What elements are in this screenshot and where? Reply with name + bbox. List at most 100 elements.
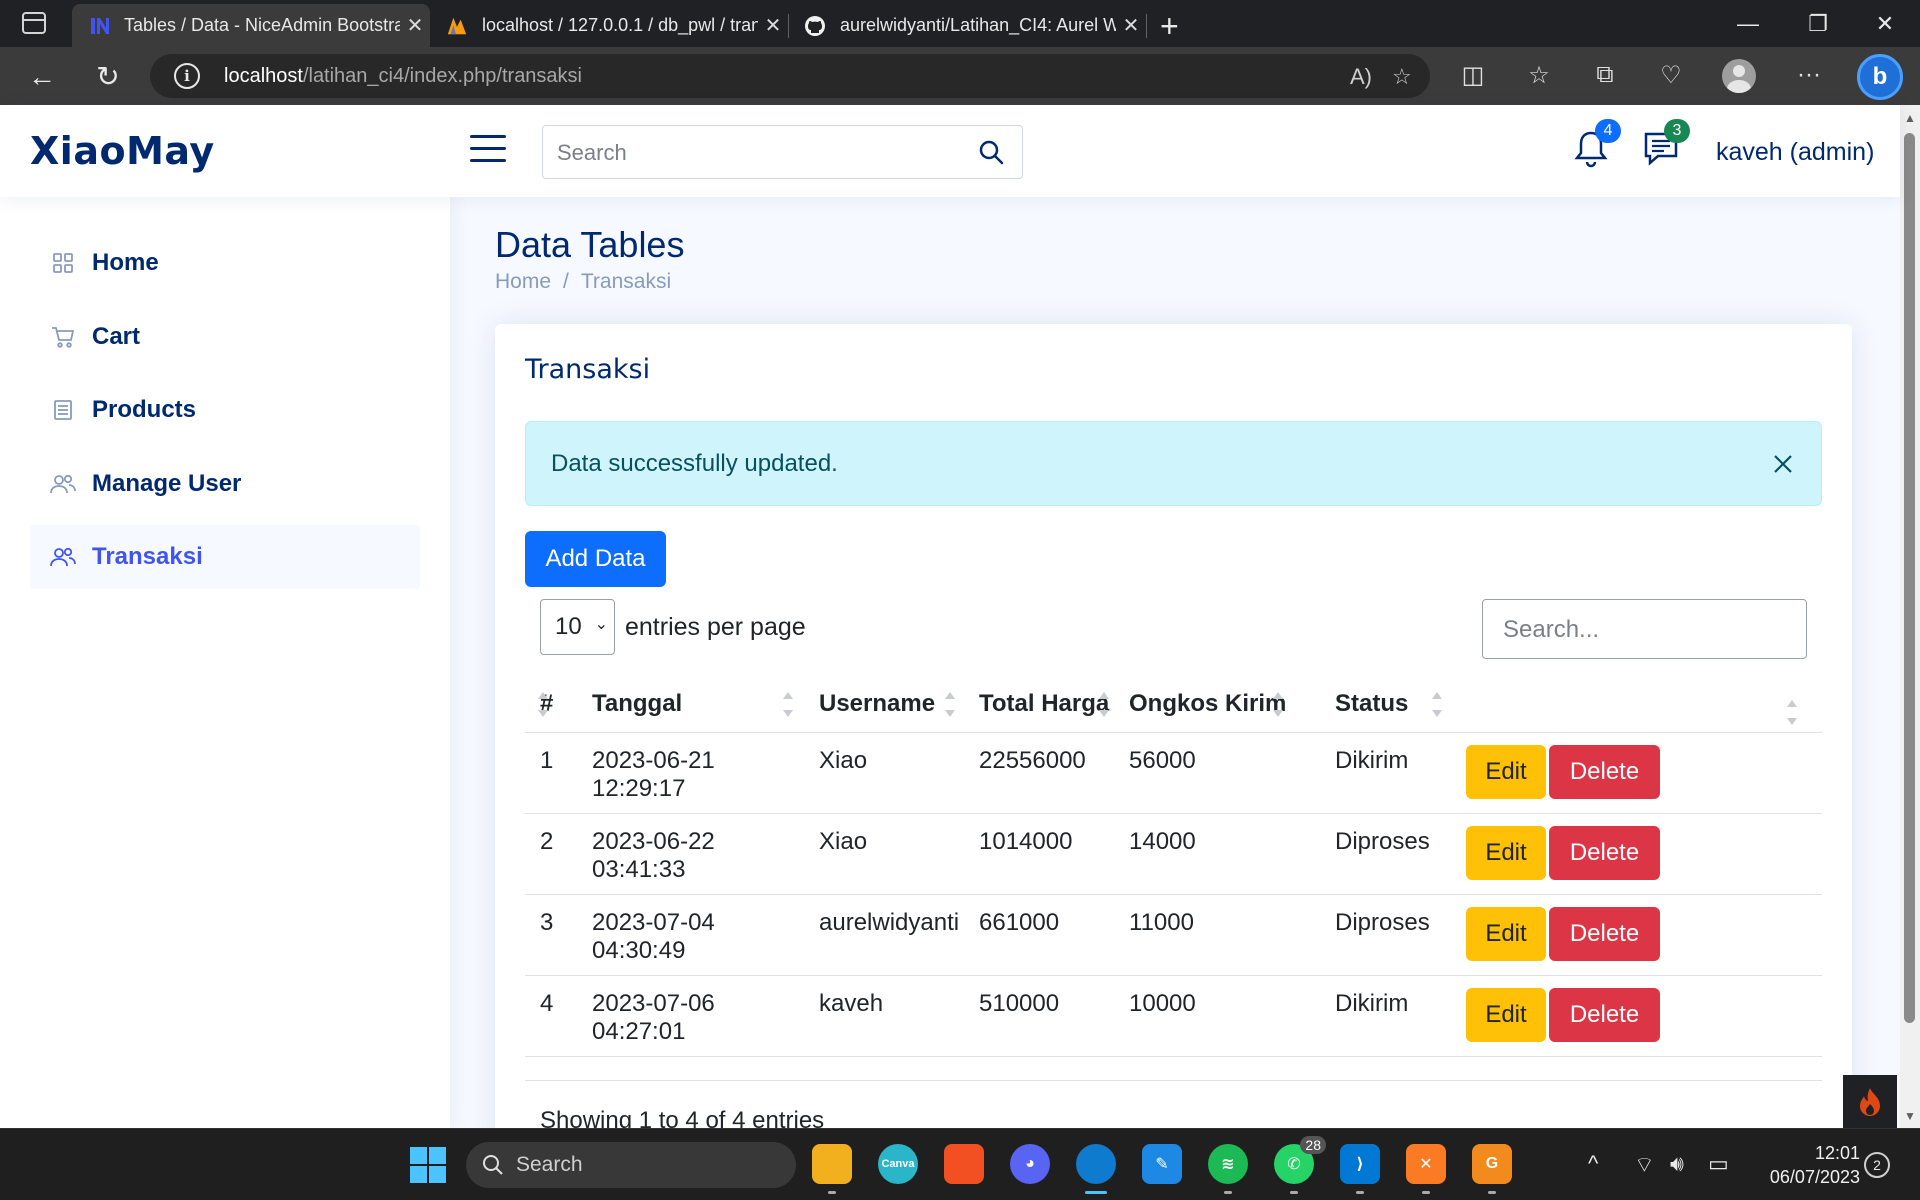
xampp-icon[interactable]: ✕ <box>1406 1144 1446 1194</box>
sidebar-item-label: Manage User <box>92 470 242 497</box>
breadcrumb: Home / Transaksi <box>495 270 672 293</box>
messages-icon[interactable]: 3 <box>1642 119 1690 173</box>
cell-total-harga: 661000 <box>964 894 1114 976</box>
favorite-star-icon[interactable]: ☆ <box>1392 64 1412 90</box>
reload-icon[interactable]: ↻ <box>88 59 128 95</box>
delete-button[interactable]: Delete <box>1549 987 1660 1042</box>
close-tab-icon[interactable]: ✕ <box>758 13 788 38</box>
column-header-username[interactable]: Username <box>804 676 964 733</box>
minimize-icon[interactable]: — <box>1713 0 1783 47</box>
delete-button[interactable]: Delete <box>1549 825 1660 880</box>
sort-icon <box>1431 690 1443 720</box>
whatsapp-icon[interactable]: ✆ 28 <box>1274 1136 1326 1194</box>
table-search-input[interactable] <box>1503 616 1793 644</box>
column-header-total-harga[interactable]: Total Harga <box>964 676 1114 733</box>
column-header-status[interactable]: Status <box>1320 676 1451 733</box>
sort-icon <box>1786 698 1798 728</box>
notification-center-icon[interactable]: 2 <box>1864 1152 1890 1178</box>
tab-phpmyadmin[interactable]: localhost / 127.0.0.1 / db_pwl / transak… <box>430 4 788 47</box>
favorites-icon[interactable]: ☆ <box>1522 61 1556 90</box>
split-screen-icon[interactable]: ◫ <box>1456 61 1490 90</box>
column-header-no[interactable]: # <box>525 676 577 733</box>
sidebar-item-products[interactable]: Products <box>30 378 420 442</box>
discord-icon[interactable]: ◕ <box>1010 1144 1050 1184</box>
add-data-button[interactable]: Add Data <box>525 531 666 587</box>
sidebar-item-home[interactable]: Home <box>30 231 420 295</box>
restore-icon[interactable]: ❐ <box>1783 0 1853 47</box>
scroll-down-icon[interactable]: ▼ <box>1904 1109 1916 1123</box>
edit-button[interactable]: Edit <box>1466 906 1546 961</box>
edge-browser-icon[interactable] <box>1076 1144 1116 1194</box>
scrollbar-thumb[interactable] <box>1904 133 1915 1023</box>
notes-app-icon[interactable]: ✎ <box>1142 1144 1182 1184</box>
edit-button[interactable]: Edit <box>1466 825 1546 880</box>
people-icon <box>50 544 76 570</box>
close-tab-icon[interactable]: ✕ <box>1116 13 1146 38</box>
toggle-sidebar-icon[interactable] <box>470 135 506 163</box>
spotify-icon[interactable]: ≋ <box>1208 1144 1248 1194</box>
tab-niceadmin[interactable]: Tables / Data - NiceAdmin Bootstrap Temp… <box>72 4 430 47</box>
user-menu[interactable]: kaveh (admin) <box>1716 138 1874 167</box>
codeigniter-debug-toolbar-icon[interactable] <box>1843 1075 1897 1128</box>
profile-avatar[interactable] <box>1722 59 1756 93</box>
delete-button[interactable]: Delete <box>1549 906 1660 961</box>
breadcrumb-home[interactable]: Home <box>495 270 551 293</box>
breadcrumb-current: Transaksi <box>580 270 672 293</box>
table-row: 4 2023-07-06 04:27:01 kaveh 510000 10000… <box>525 975 1822 1057</box>
sidebar-item-label: Home <box>92 249 159 276</box>
sidebar-item-transaksi[interactable]: Transaksi <box>30 525 420 589</box>
site-info-icon[interactable]: i <box>174 63 200 89</box>
address-bar[interactable]: i localhost/latihan_ci4/index.php/transa… <box>150 54 1430 98</box>
bing-copilot-icon[interactable]: b <box>1857 54 1903 100</box>
collections-icon[interactable]: ⧉ <box>1588 61 1622 89</box>
close-window-icon[interactable]: ✕ <box>1850 0 1920 47</box>
pdf-app-icon[interactable]: G <box>1472 1144 1512 1194</box>
column-header-ongkos-kirim[interactable]: Ongkos Kirim <box>1114 676 1320 733</box>
entries-per-page: 10 ⌄ entries per page <box>540 599 806 655</box>
more-options-icon[interactable]: ··· <box>1792 61 1826 89</box>
new-tab-icon[interactable]: + <box>1160 8 1179 45</box>
cell-username: Xiao <box>804 732 964 814</box>
transaksi-table: # Tanggal Username Total Harga Ongkos Ki… <box>525 676 1822 1057</box>
browser-essentials-icon[interactable]: ♡ <box>1654 61 1688 90</box>
windows-start-icon[interactable] <box>410 1147 446 1183</box>
file-explorer-icon[interactable] <box>812 1144 852 1194</box>
sidebar-item-manage-user[interactable]: Manage User <box>30 452 420 516</box>
table-footer-divider <box>525 1080 1822 1081</box>
tab-title: aurelwidyanti/Latihan_CI4: Aurel Widyant… <box>840 15 1116 35</box>
scroll-up-icon[interactable]: ▲ <box>1904 111 1916 125</box>
column-header-tanggal[interactable]: Tanggal <box>577 676 804 733</box>
tab-github[interactable]: aurelwidyanti/Latihan_CI4: Aurel Widyant… <box>788 4 1146 47</box>
taskbar-search[interactable]: Search <box>466 1142 796 1188</box>
entries-per-page-select[interactable]: 10 ⌄ <box>540 599 615 655</box>
header-search-input[interactable] <box>557 140 957 166</box>
sidebar-item-cart[interactable]: Cart <box>30 305 420 369</box>
receipt-icon <box>50 397 76 423</box>
edit-button[interactable]: Edit <box>1466 744 1546 799</box>
vscode-icon[interactable]: ⟩ <box>1340 1144 1380 1194</box>
back-icon[interactable]: ← <box>22 59 62 95</box>
close-tab-icon[interactable]: ✕ <box>400 13 430 38</box>
search-icon[interactable] <box>978 139 1004 170</box>
show-hidden-icons-icon[interactable]: ^ <box>1588 1151 1598 1177</box>
column-header-actions[interactable] <box>1451 676 1822 733</box>
cell-no: 2 <box>525 813 577 895</box>
app-logo[interactable]: XiaoMay <box>30 129 215 173</box>
canva-icon[interactable]: Canva <box>878 1144 918 1184</box>
volume-icon[interactable]: 🔊︎ <box>1670 1151 1684 1177</box>
chevron-down-icon: ⌄ <box>594 616 608 633</box>
browser-tab-bar: Tables / Data - NiceAdmin Bootstrap Temp… <box>0 0 1920 47</box>
taskbar-clock[interactable]: 12:01 06/07/2023 <box>1745 1141 1860 1189</box>
tab-actions-icon[interactable] <box>22 12 46 34</box>
page-scrollbar[interactable]: ▲ ▼ <box>1900 105 1920 1128</box>
notifications-bell-icon[interactable]: 4 <box>1573 119 1621 173</box>
cell-total-harga: 510000 <box>964 975 1114 1057</box>
battery-icon[interactable]: ▭ <box>1708 1151 1729 1177</box>
wifi-icon[interactable]: ⌔ <box>1634 1151 1655 1179</box>
edit-button[interactable]: Edit <box>1466 987 1546 1042</box>
microsoft-store-icon[interactable] <box>944 1144 984 1184</box>
read-aloud-icon[interactable]: A) <box>1350 64 1372 90</box>
search-icon <box>483 1155 503 1175</box>
delete-button[interactable]: Delete <box>1549 744 1660 799</box>
close-alert-icon[interactable] <box>1765 446 1801 482</box>
